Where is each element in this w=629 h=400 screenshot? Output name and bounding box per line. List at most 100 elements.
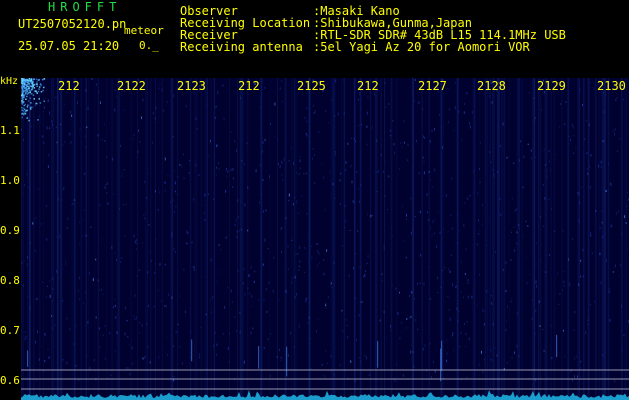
noise-speck xyxy=(230,131,232,133)
noise-streak xyxy=(171,78,174,400)
info-values: :Masaki Kano :Shibukawa,Gunma,Japan :RTL… xyxy=(313,5,566,53)
noise-speck xyxy=(437,276,439,280)
noise-speck xyxy=(594,300,596,303)
noise-speck xyxy=(580,366,581,370)
noise-speck xyxy=(224,306,226,309)
noise-speck xyxy=(554,230,555,232)
noise-speck xyxy=(126,366,128,370)
time-tick-label: 2129 xyxy=(537,79,566,93)
noise-speck xyxy=(181,164,183,168)
noise-speck xyxy=(335,79,337,83)
noise-speck xyxy=(459,345,461,348)
noise-speck xyxy=(116,331,118,334)
noise-speck xyxy=(448,268,449,270)
noise-speck xyxy=(465,332,467,336)
signal-speck xyxy=(25,85,28,87)
signal-speck xyxy=(36,85,38,87)
noise-speck xyxy=(448,309,450,311)
noise-speck xyxy=(251,295,253,298)
noise-speck xyxy=(313,154,315,156)
noise-speck xyxy=(89,367,91,370)
noise-speck xyxy=(455,82,457,84)
noise-speck xyxy=(589,186,591,189)
noise-streak xyxy=(396,78,398,400)
noise-speck xyxy=(164,263,166,266)
signal-speck xyxy=(28,87,30,89)
noise-speck xyxy=(86,126,88,129)
noise-speck xyxy=(464,345,466,348)
timestamp: 25.07.05 21:20 xyxy=(18,39,120,53)
noise-speck xyxy=(466,376,468,379)
noise-speck xyxy=(535,309,537,312)
signal-burst xyxy=(441,340,443,371)
noise-speck xyxy=(400,142,402,145)
signal-speck xyxy=(27,91,29,94)
noise-speck xyxy=(370,214,372,218)
noise-speck xyxy=(423,171,425,175)
noise-speck xyxy=(267,248,269,250)
noise-speck xyxy=(298,269,300,271)
noise-speck xyxy=(29,306,31,310)
noise-speck xyxy=(580,275,581,278)
noise-speck xyxy=(358,357,360,359)
noise-speck xyxy=(99,101,101,105)
noise-speck xyxy=(549,254,551,256)
noise-speck xyxy=(511,356,513,359)
noise-speck xyxy=(148,224,150,226)
noise-speck xyxy=(234,223,236,226)
noise-speck xyxy=(620,264,622,267)
noise-speck xyxy=(49,127,51,129)
noise-speck xyxy=(451,227,453,230)
noise-speck xyxy=(133,134,135,136)
noise-streak xyxy=(607,78,610,400)
signal-speck xyxy=(35,102,37,105)
noise-speck xyxy=(621,233,622,236)
noise-speck xyxy=(55,236,57,238)
noise-speck xyxy=(281,100,283,102)
noise-speck xyxy=(146,172,148,175)
noise-speck xyxy=(98,346,100,348)
noise-speck xyxy=(154,117,156,120)
noise-speck xyxy=(206,104,208,107)
noise-speck xyxy=(578,363,580,366)
noise-speck xyxy=(137,150,139,154)
noise-speck xyxy=(342,330,344,332)
noise-speck xyxy=(615,98,617,101)
signal-speck xyxy=(23,104,25,107)
noise-speck xyxy=(494,250,496,253)
signal-speck xyxy=(29,90,32,92)
noise-streak xyxy=(479,78,480,400)
noise-speck xyxy=(414,297,415,300)
noise-speck xyxy=(332,182,333,185)
noise-speck xyxy=(220,248,222,251)
noise-speck xyxy=(527,225,529,227)
noise-speck xyxy=(532,299,534,301)
noise-speck xyxy=(153,305,155,308)
noise-speck xyxy=(213,198,214,200)
noise-speck xyxy=(497,171,499,174)
noise-speck xyxy=(34,249,36,253)
noise-speck xyxy=(572,125,574,129)
noise-speck xyxy=(128,367,130,370)
signal-speck xyxy=(30,80,32,82)
noise-speck xyxy=(535,280,537,284)
noise-speck xyxy=(82,218,84,221)
noise-speck xyxy=(131,346,133,350)
signal-speck xyxy=(21,82,23,85)
noise-speck xyxy=(270,333,272,335)
noise-speck xyxy=(385,337,387,339)
time-tick-label: 212 xyxy=(58,79,80,93)
noise-speck xyxy=(212,296,214,299)
noise-speck xyxy=(450,214,452,216)
noise-speck xyxy=(305,133,307,135)
noise-speck xyxy=(510,231,512,233)
noise-speck xyxy=(126,319,128,322)
noise-speck xyxy=(530,157,532,160)
noise-streak xyxy=(359,78,362,400)
noise-streak xyxy=(545,78,548,400)
noise-speck xyxy=(227,235,229,237)
noise-speck xyxy=(162,109,164,112)
noise-speck xyxy=(568,135,570,137)
noise-speck xyxy=(602,140,604,142)
noise-speck xyxy=(42,370,44,372)
